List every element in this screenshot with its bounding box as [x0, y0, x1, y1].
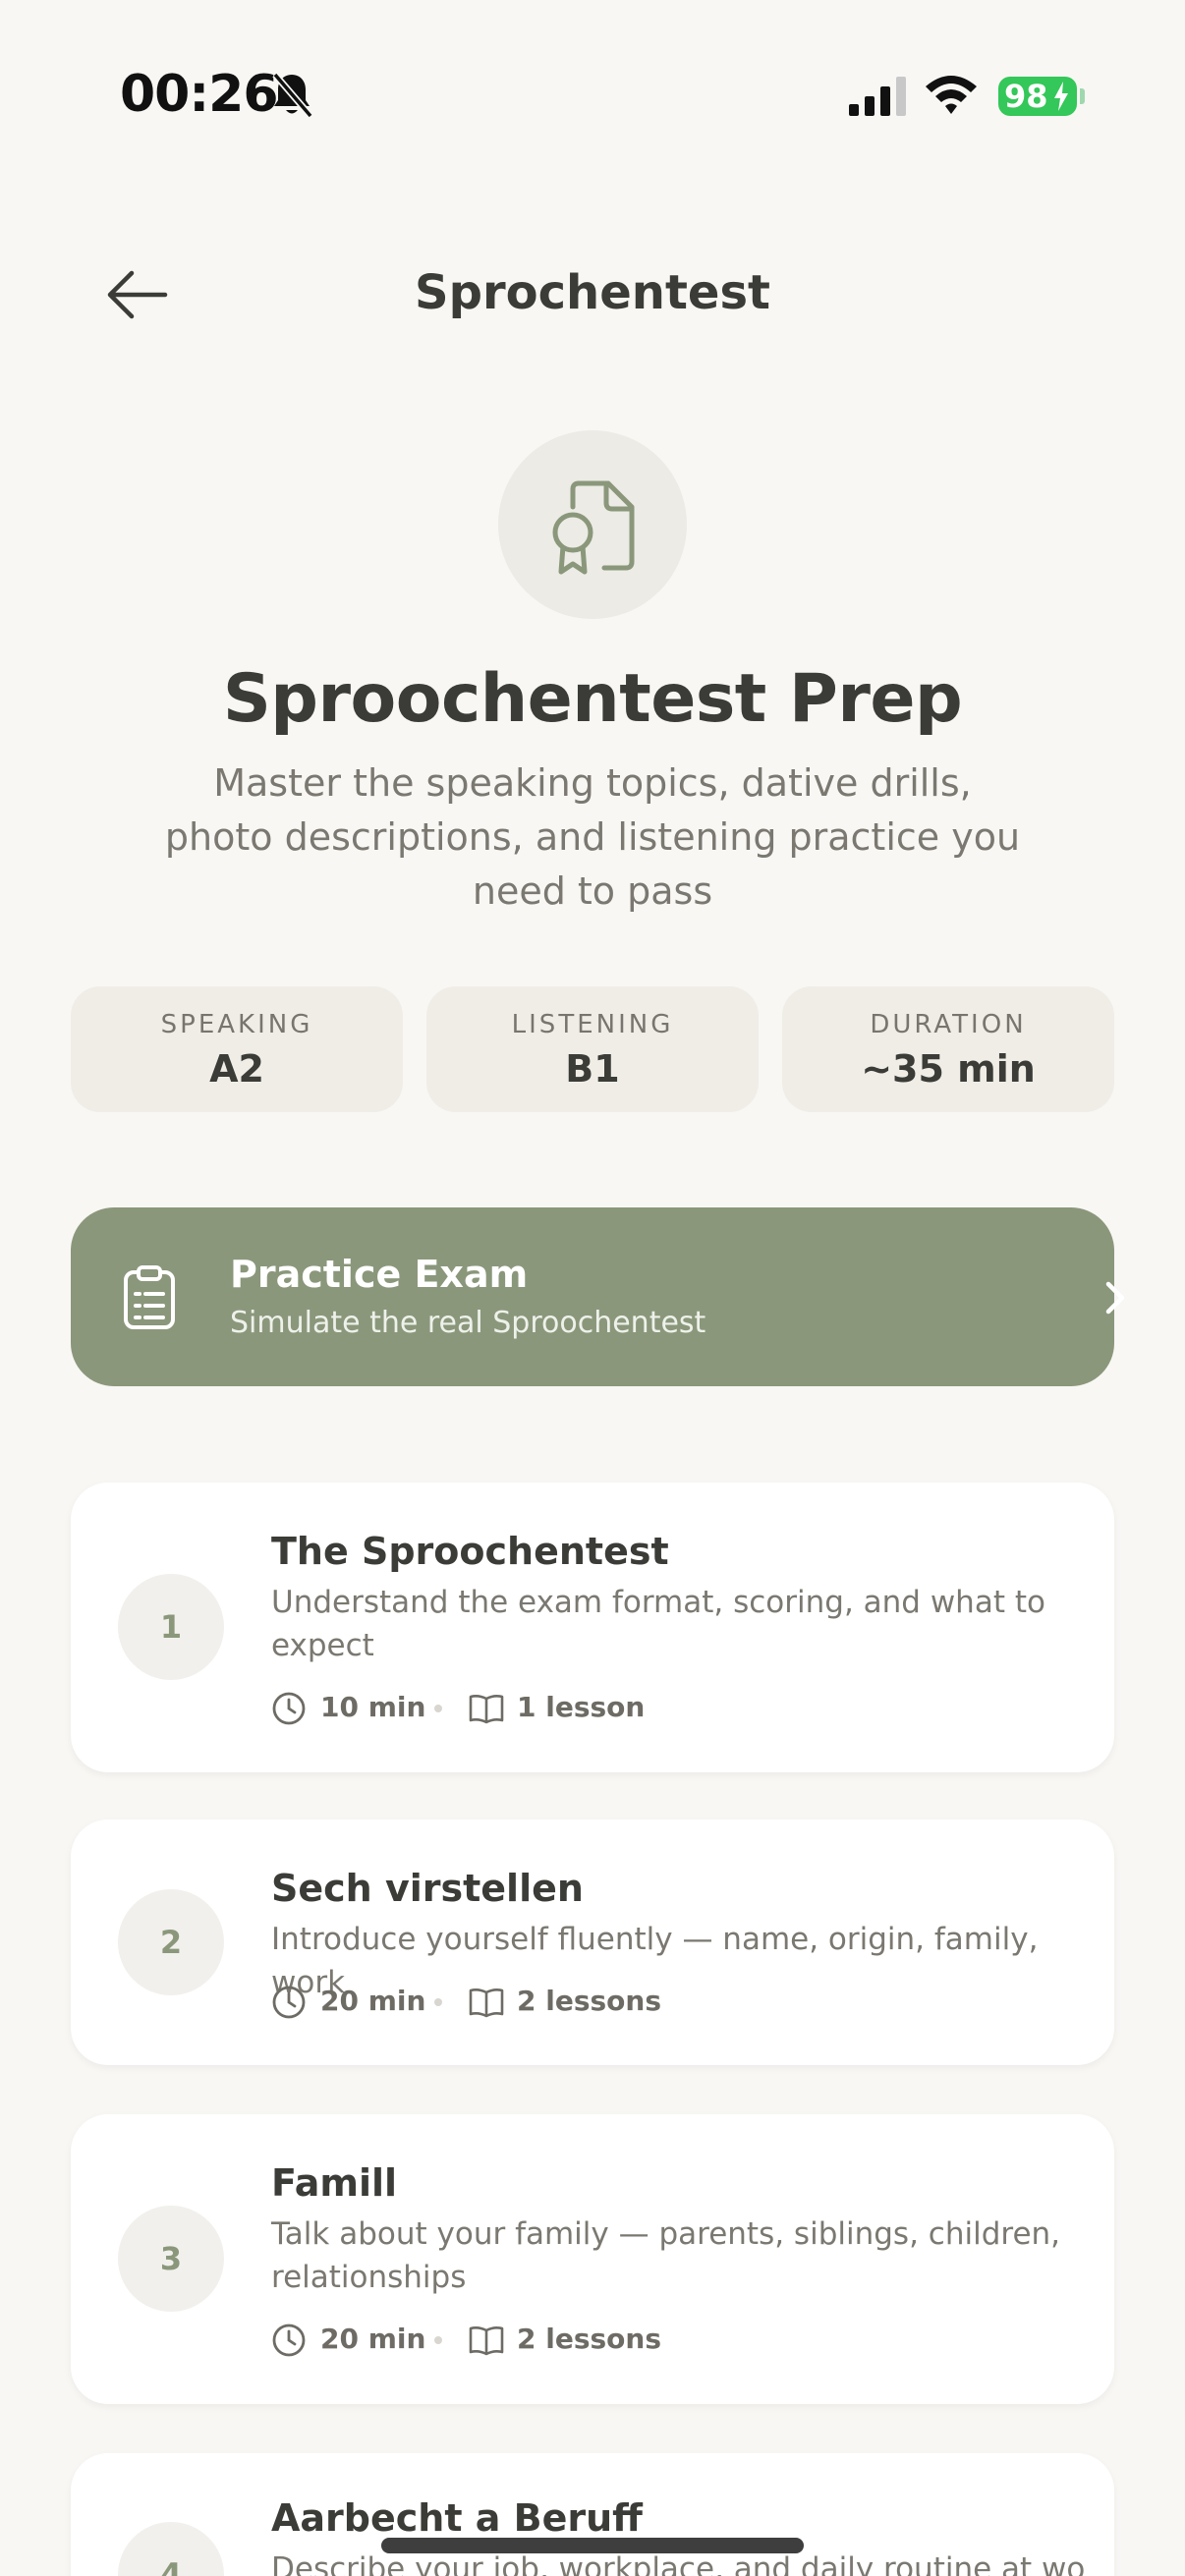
clock-icon [272, 1692, 306, 1725]
bell-off-icon [272, 72, 313, 118]
meta-separator [434, 1705, 442, 1712]
lesson-number: 1 [118, 1574, 224, 1680]
clock-icon [272, 1986, 306, 2019]
lesson-card-2[interactable]: 2 Sech virstellen Introduce yourself flu… [71, 1820, 1114, 2065]
home-indicator[interactable] [381, 2538, 804, 2553]
stat-value: A2 [209, 1047, 264, 1091]
charging-bolt-icon [1054, 82, 1068, 111]
book-icon [469, 2326, 504, 2356]
lesson-duration: 20 min [320, 2323, 426, 2355]
stat-duration: DURATION ~35 min [782, 986, 1114, 1112]
lesson-card-4[interactable]: 4 Aarbecht a Beruff Describe your job, w… [71, 2453, 1114, 2576]
stat-listening: LISTENING B1 [426, 986, 759, 1112]
stat-value: ~35 min [861, 1047, 1036, 1091]
battery-icon: 98 [998, 77, 1077, 116]
lesson-duration: 10 min [320, 1691, 426, 1723]
stat-value: B1 [565, 1047, 620, 1091]
lesson-duration: 20 min [320, 1985, 426, 2017]
practice-exam-title: Practice Exam [230, 1253, 529, 1296]
lesson-count: 1 lesson [517, 1691, 646, 1723]
stat-speaking: SPEAKING A2 [71, 986, 403, 1112]
lesson-title: Sech virstellen [271, 1867, 584, 1910]
lesson-title: Famill [271, 2161, 398, 2205]
lesson-number: 4 [118, 2522, 224, 2576]
practice-exam-subtitle: Simulate the real Sproochentest [230, 1306, 706, 1340]
status-time: 00:26 [120, 65, 279, 124]
clock-icon [272, 2324, 306, 2357]
stat-label: SPEAKING [160, 1010, 313, 1039]
stat-label: DURATION [870, 1010, 1027, 1039]
battery-level: 98 [1004, 78, 1048, 115]
wifi-icon [926, 76, 977, 114]
lesson-title: The Sproochentest [271, 1530, 669, 1573]
clipboard-icon [124, 1265, 175, 1329]
certificate-document-icon [552, 480, 635, 575]
lesson-description: Talk about your family — parents, siblin… [271, 2216, 1061, 2295]
lesson-card-1[interactable]: 1 The Sproochentest Understand the exam … [71, 1483, 1114, 1772]
lesson-card-3[interactable]: 3 Famill Talk about your family — parent… [71, 2114, 1114, 2404]
battery-cap [1080, 88, 1085, 104]
lesson-count: 2 lessons [517, 2323, 661, 2355]
page-title: Sprochentest [415, 265, 770, 320]
lesson-description: Understand the exam format, scoring, and… [271, 1585, 1045, 1663]
signal-icon [849, 77, 906, 116]
practice-exam-button[interactable]: Practice Exam Simulate the real Sprooche… [71, 1207, 1125, 1386]
stat-label: LISTENING [511, 1010, 674, 1039]
meta-separator [434, 1998, 442, 2006]
chevron-right-icon [1105, 1281, 1125, 1315]
screen: 00:26 98 Sprochentest Sproochentest Prep… [0, 0, 1185, 2576]
hero-subtitle: Master the speaking topics, dative drill… [164, 761, 1021, 913]
lesson-count: 2 lessons [517, 1985, 661, 2017]
lesson-title: Aarbecht a Beruff [271, 2496, 643, 2540]
hero-title: Sproochentest Prep [222, 660, 963, 738]
lesson-number: 3 [118, 2206, 224, 2312]
hero-icon-circle [498, 430, 687, 619]
book-icon [469, 1695, 504, 1724]
meta-separator [434, 2336, 442, 2344]
book-icon [469, 1988, 504, 2018]
lesson-number: 2 [118, 1889, 224, 1995]
